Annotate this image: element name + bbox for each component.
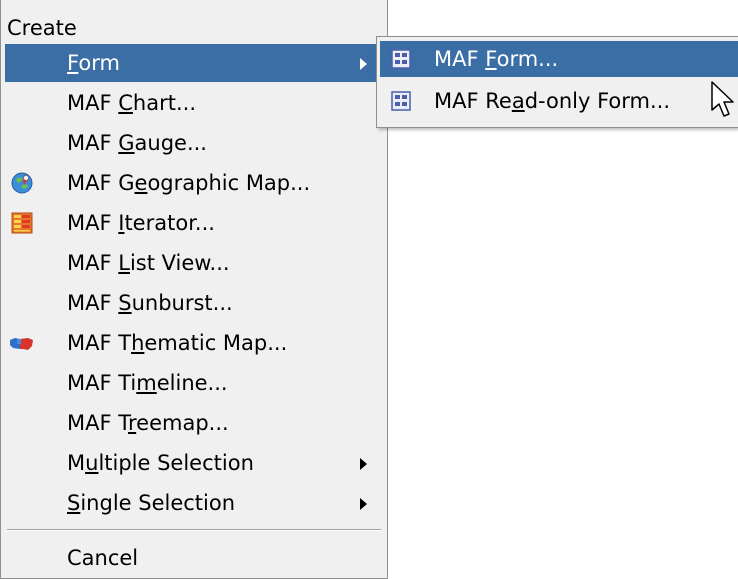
label-text: MAF bbox=[67, 131, 119, 155]
maf-chart-menu-item[interactable]: MAF Chart... bbox=[5, 84, 383, 122]
submenu-arrow-icon bbox=[360, 58, 367, 70]
mnemonic: C bbox=[118, 91, 133, 115]
maf-timeline-label: MAF Timeline... bbox=[67, 364, 228, 402]
maf-sunburst-menu-item[interactable]: MAF Sunburst... bbox=[5, 284, 383, 322]
mnemonic: G bbox=[118, 131, 135, 155]
single-selection-label: Single Selection bbox=[67, 484, 235, 522]
maf-list-view-label: MAF List View... bbox=[67, 244, 230, 282]
submenu-arrow-icon bbox=[360, 498, 367, 510]
mnemonic: m bbox=[136, 371, 157, 395]
form-submenu: MAF Form... MAF Read-only Form... bbox=[376, 36, 738, 128]
mnemonic: e bbox=[134, 171, 148, 195]
single-selection-menu-item[interactable]: Single Selection bbox=[5, 484, 383, 522]
label-text: eemap... bbox=[136, 411, 229, 435]
label-text: MAF bbox=[67, 211, 119, 235]
screen: Create Form MAF Chart... MAF Gauge... MAF G… bbox=[0, 0, 738, 579]
maf-read-only-form-label: MAF Read-only Form... bbox=[434, 83, 670, 119]
menu-header: Create bbox=[7, 16, 77, 40]
maf-chart-label: MAF Chart... bbox=[67, 84, 196, 122]
maf-thematic-map-menu-item[interactable]: MAF Thematic Map... bbox=[5, 324, 383, 362]
menu-separator bbox=[7, 529, 381, 531]
label-text: terator... bbox=[124, 211, 215, 235]
maf-form-label: MAF Form... bbox=[434, 41, 558, 77]
label-text: orm... bbox=[496, 47, 559, 71]
form-icon bbox=[391, 91, 411, 111]
mnemonic: r bbox=[127, 411, 137, 435]
label-text: MAF T bbox=[67, 411, 128, 435]
cancel-label: Cancel bbox=[67, 546, 139, 570]
maf-read-only-form-menu-item[interactable]: MAF Read-only Form... bbox=[380, 83, 738, 119]
submenu-arrow-icon bbox=[360, 458, 367, 470]
iterator-icon bbox=[11, 212, 33, 234]
thematic-map-icon bbox=[10, 338, 33, 350]
label-text: auge... bbox=[134, 131, 207, 155]
label-text: ltiple Selection bbox=[98, 451, 254, 475]
cancel-menu-item[interactable]: Cancel bbox=[5, 539, 383, 577]
label-text: MAF Ti bbox=[67, 371, 137, 395]
label-text: MAF bbox=[434, 47, 486, 71]
label-text: MAF T bbox=[67, 331, 132, 355]
label-text: MAF bbox=[67, 291, 119, 315]
maf-thematic-map-label: MAF Thematic Map... bbox=[67, 324, 287, 362]
maf-geographic-map-label: MAF Geographic Map... bbox=[67, 164, 310, 202]
form-menu-item[interactable]: Form bbox=[5, 44, 383, 82]
label-text: ist View... bbox=[129, 251, 230, 275]
label-text: d-only Form... bbox=[524, 89, 671, 113]
maf-iterator-menu-item[interactable]: MAF Iterator... bbox=[5, 204, 383, 242]
maf-gauge-label: MAF Gauge... bbox=[67, 124, 207, 162]
form-icon bbox=[391, 49, 411, 69]
mouse-cursor-icon bbox=[711, 81, 734, 117]
form-label: Form bbox=[67, 44, 120, 82]
mnemonic: F bbox=[485, 47, 497, 71]
label-text: M bbox=[67, 451, 86, 475]
multiple-selection-menu-item[interactable]: Multiple Selection bbox=[5, 444, 383, 482]
globe-icon bbox=[11, 172, 33, 194]
maf-gauge-menu-item[interactable]: MAF Gauge... bbox=[5, 124, 383, 162]
label-text: ographic Map... bbox=[147, 171, 311, 195]
label-text: MAF G bbox=[67, 171, 135, 195]
maf-form-menu-item[interactable]: MAF Form... bbox=[380, 41, 738, 77]
maf-treemap-menu-item[interactable]: MAF Treemap... bbox=[5, 404, 383, 442]
maf-timeline-menu-item[interactable]: MAF Timeline... bbox=[5, 364, 383, 402]
mnemonic: h bbox=[131, 331, 145, 355]
mnemonic: S bbox=[118, 291, 132, 315]
create-context-menu: Create Form MAF Chart... MAF Gauge... MAF G… bbox=[0, 0, 388, 579]
label-text: MAF bbox=[67, 251, 119, 275]
label-text: ematic Map... bbox=[144, 331, 288, 355]
maf-list-view-menu-item[interactable]: MAF List View... bbox=[5, 244, 383, 282]
label-text: ingle Selection bbox=[80, 491, 236, 515]
maf-geographic-map-menu-item[interactable]: MAF Geographic Map... bbox=[5, 164, 383, 202]
mnemonic: F bbox=[67, 51, 79, 75]
maf-sunburst-label: MAF Sunburst... bbox=[67, 284, 233, 322]
mnemonic: L bbox=[118, 251, 130, 275]
label-text: eline... bbox=[156, 371, 228, 395]
mnemonic: a bbox=[511, 89, 525, 113]
label-text: orm bbox=[78, 51, 120, 75]
label-text: MAF Re bbox=[434, 89, 512, 113]
mnemonic: u bbox=[85, 451, 99, 475]
label-text: unburst... bbox=[131, 291, 233, 315]
label-text: hart... bbox=[132, 91, 196, 115]
multiple-selection-label: Multiple Selection bbox=[67, 444, 254, 482]
label-text: MAF bbox=[67, 91, 119, 115]
maf-treemap-label: MAF Treemap... bbox=[67, 404, 229, 442]
mnemonic: S bbox=[67, 491, 81, 515]
maf-iterator-label: MAF Iterator... bbox=[67, 204, 215, 242]
